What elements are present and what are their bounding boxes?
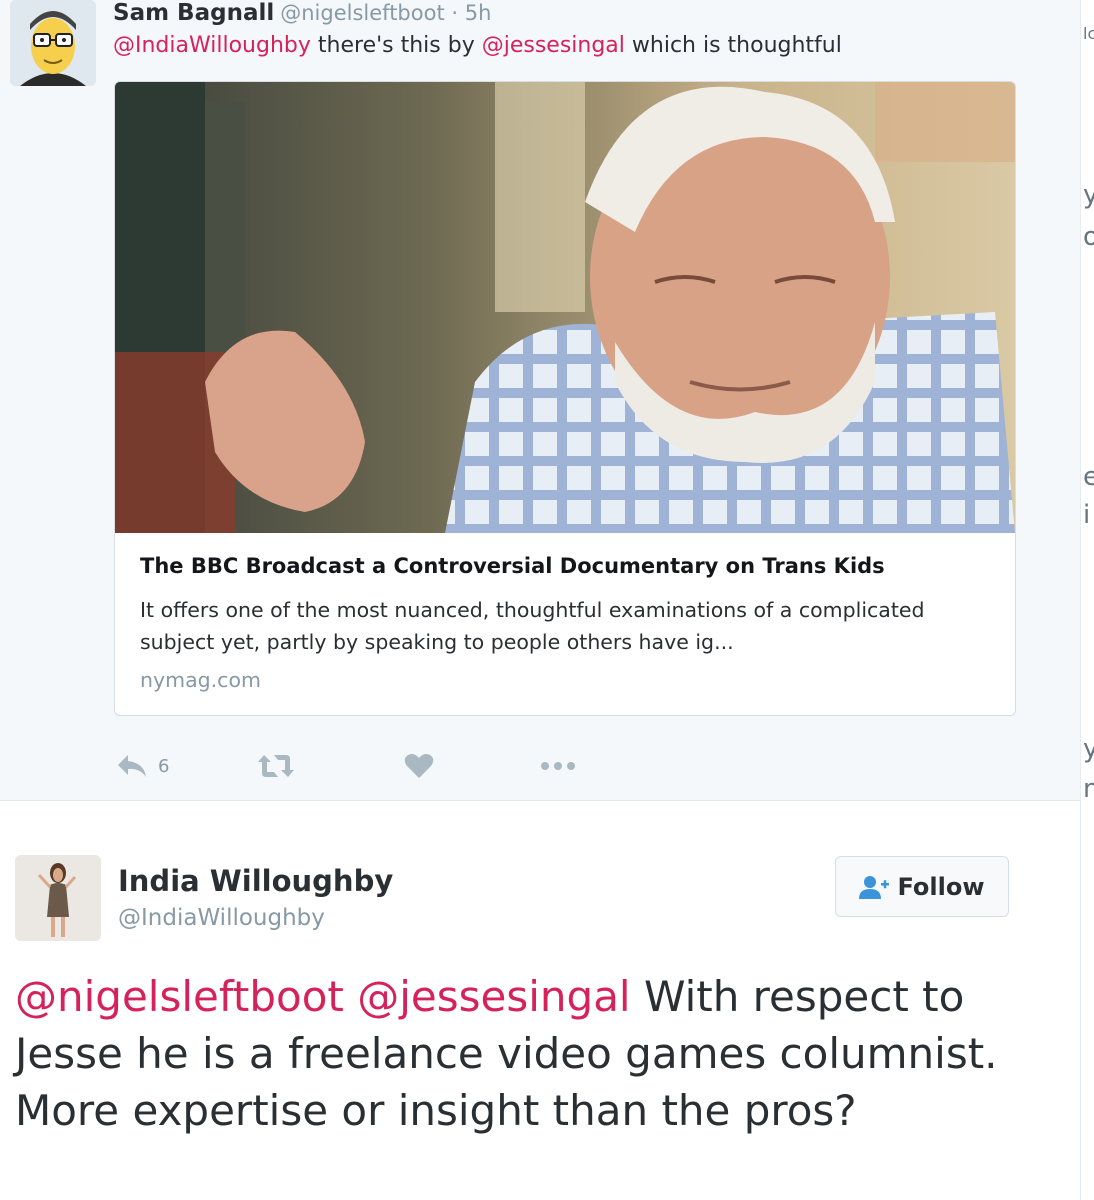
card-description: It offers one of the most nuanced, thoug… (140, 598, 925, 654)
reply-author[interactable]: Sam Bagnall @nigelsleftboot · 5h (113, 0, 491, 26)
reply-tweet: Sam Bagnall @nigelsleftboot · 5h @IndiaWi… (0, 0, 1080, 801)
tweet-author-handle[interactable]: @IndiaWilloughby (118, 905, 325, 931)
edge-glyph: n (1083, 774, 1094, 804)
tweet-author-name[interactable]: India Willoughby (118, 864, 393, 898)
link-preview-card[interactable]: The BBC Broadcast a Controversial Docume… (114, 81, 1016, 716)
article-photo (115, 82, 1015, 533)
edge-glyph: y (1083, 734, 1094, 764)
reply-icon (118, 755, 146, 777)
tweet-text: @nigelsleftboot @jessesingal With respec… (15, 972, 998, 1135)
reply-text: @IndiaWilloughby there's this by @jesses… (113, 33, 842, 58)
card-title[interactable]: The BBC Broadcast a Controversial Docume… (140, 554, 885, 578)
reply-author-handle[interactable]: @nigelsleftboot · 5h (280, 1, 491, 25)
background-timeline-edge: lc y of e i y n (1080, 0, 1094, 1200)
mention-link[interactable]: @jessesingal (357, 972, 630, 1021)
edge-glyph: e (1083, 462, 1094, 492)
reply-button[interactable]: 6 (116, 750, 169, 782)
edge-glyph: y (1083, 180, 1094, 210)
follow-button[interactable]: Follow (835, 856, 1009, 917)
more-button[interactable] (540, 750, 576, 782)
reply-count: 6 (158, 755, 170, 777)
like-button[interactable] (404, 750, 434, 782)
cartoon-avatar-icon (10, 0, 96, 86)
profile-photo-icon (15, 855, 101, 941)
retweet-icon (258, 755, 294, 777)
edge-glyph: of (1083, 222, 1094, 252)
edge-glyph: i (1083, 500, 1091, 530)
follow-person-icon (859, 875, 890, 899)
more-dots-icon (541, 762, 575, 770)
mention-link[interactable]: @IndiaWilloughby (113, 33, 311, 58)
card-domain: nymag.com (140, 668, 261, 692)
sam-bagnall-avatar[interactable] (10, 0, 96, 86)
india-willoughby-avatar[interactable] (15, 855, 101, 941)
reply-author-name[interactable]: Sam Bagnall (113, 0, 274, 26)
retweet-button[interactable] (258, 750, 294, 782)
edge-glyph: lc (1083, 24, 1094, 43)
follow-label: Follow (897, 872, 985, 901)
mention-link[interactable]: @jessesingal (482, 33, 625, 58)
heart-icon (404, 754, 434, 778)
mention-link[interactable]: @nigelsleftboot (15, 972, 344, 1021)
